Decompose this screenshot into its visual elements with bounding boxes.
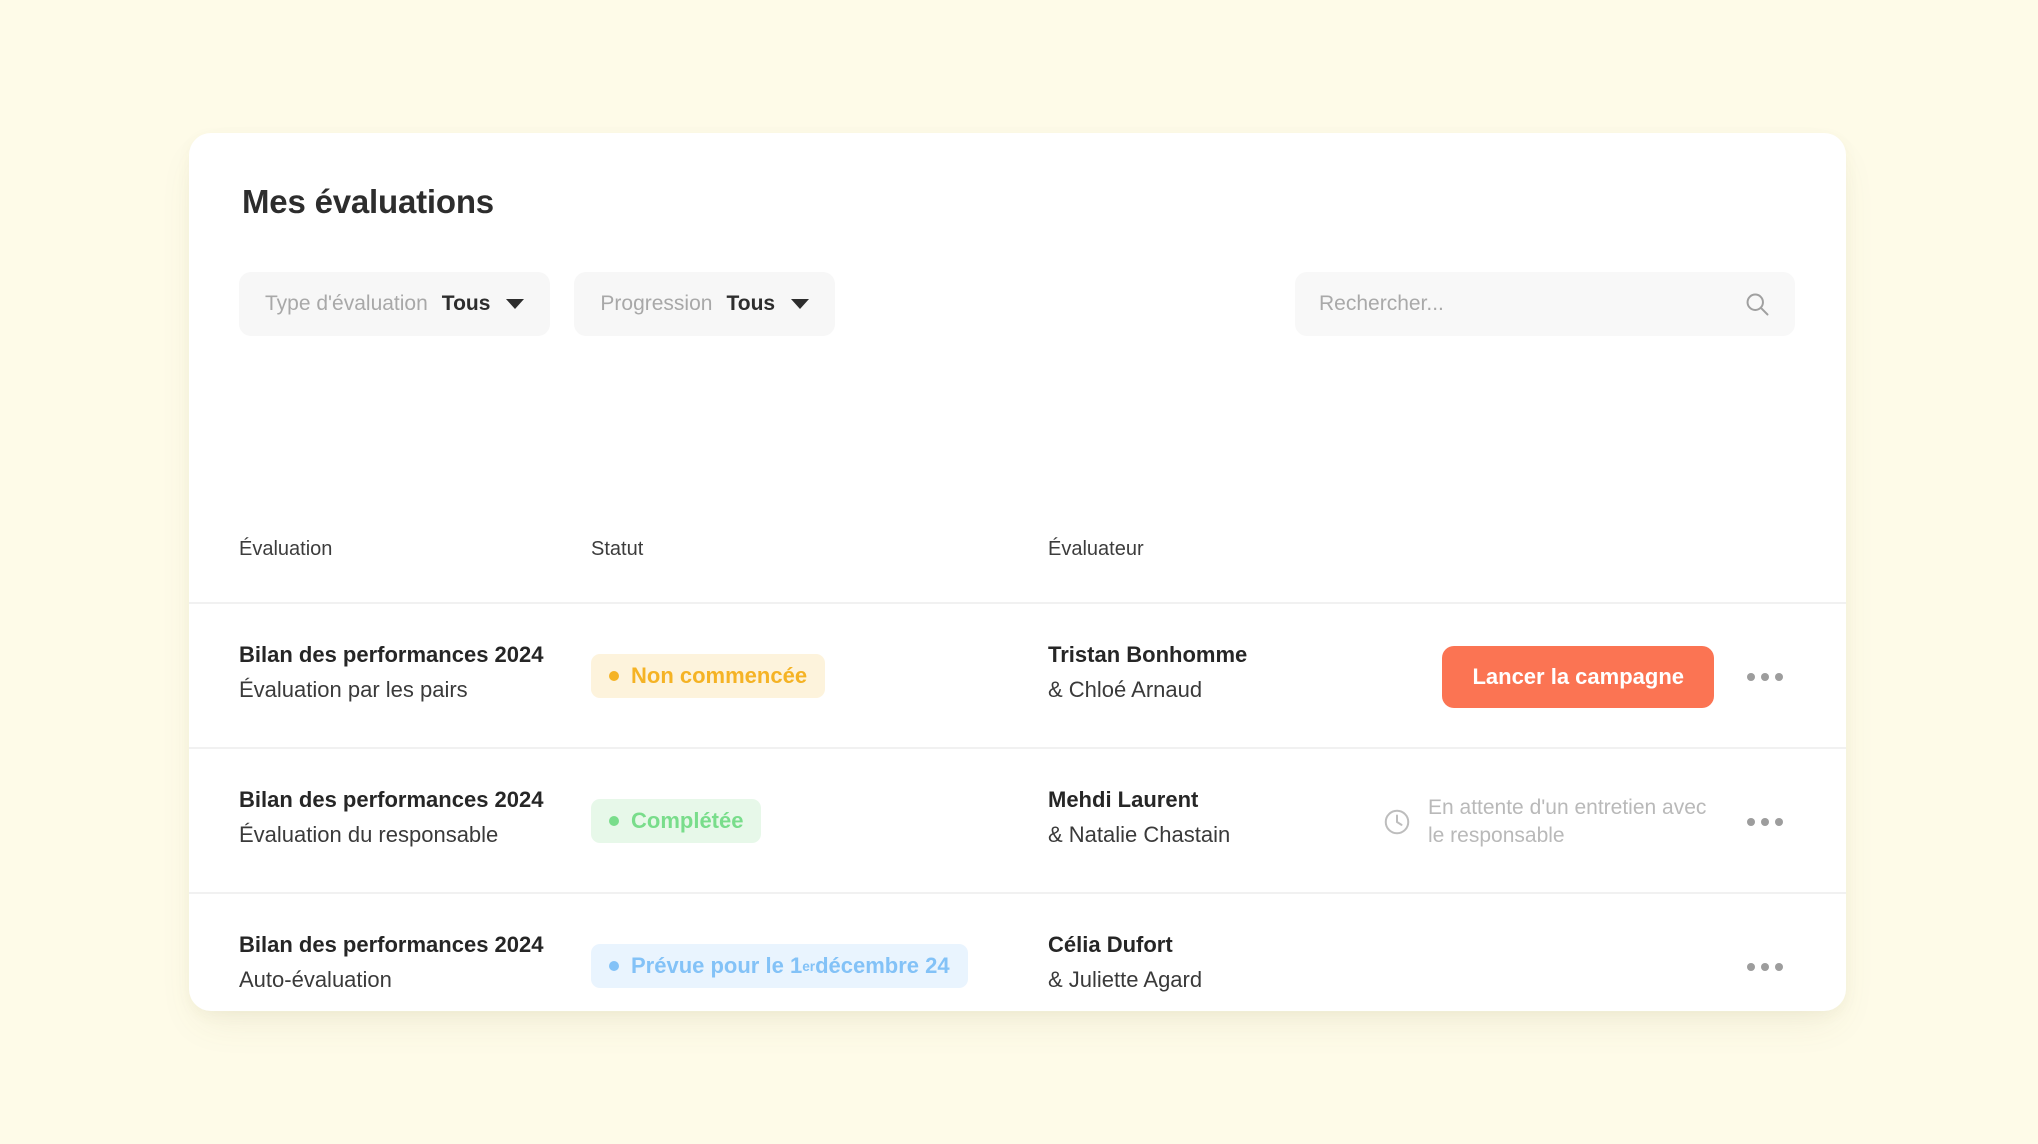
status-cell: Complétée (591, 799, 762, 843)
evaluation-title: Bilan des performances 2024 (239, 642, 544, 667)
evaluator-secondary: & Natalie Chastain (1048, 821, 1231, 847)
evaluations-table: Évaluation Statut Évaluateur Bilan des p… (189, 516, 1846, 1039)
status-badge: Prévue pour le 1 er décembre 24 (591, 944, 968, 988)
filter-progression[interactable]: Progression Tous (574, 272, 836, 336)
evaluator-cell: Célia Dufort & Juliette Agard (1048, 930, 1348, 994)
evaluation-subtitle: Évaluation par les pairs (239, 676, 468, 702)
column-header-evaluation: Évaluation (239, 538, 333, 560)
evaluator-secondary: & Juliette Agard (1048, 966, 1203, 992)
search-box[interactable] (1295, 272, 1795, 336)
ellipsis-icon[interactable] (1734, 791, 1796, 853)
evaluations-card: Mes évaluations Type d'évaluation Tous P… (189, 133, 1846, 1011)
status-badge-label-post: décembre 24 (815, 953, 950, 978)
status-dot-icon (609, 961, 619, 971)
filter-type-value: Tous (441, 292, 491, 315)
evaluation-subtitle: Auto-évaluation (239, 966, 392, 992)
page-root: Mes évaluations Type d'évaluation Tous P… (0, 0, 2038, 1144)
evaluator-name: Célia Dufort (1048, 932, 1173, 957)
search-input[interactable] (1319, 292, 1743, 316)
filter-toolbar: Type d'évaluation Tous Progression Tous (239, 272, 1795, 336)
evaluation-title: Bilan des performances 2024 (239, 932, 544, 957)
filter-progression-value: Tous (726, 292, 776, 315)
launch-campaign-button[interactable]: Lancer la campagne (1442, 645, 1714, 708)
evaluator-cell: Mehdi Laurent & Natalie Chastain (1048, 785, 1348, 849)
table-row[interactable]: Bilan des performances 2024 Auto-évaluat… (189, 894, 1846, 1039)
column-header-statut: Statut (591, 538, 644, 560)
status-dot-icon (609, 671, 619, 681)
evaluation-title: Bilan des performances 2024 (239, 787, 544, 812)
evaluator-cell: Tristan Bonhomme & Chloé Arnaud (1048, 640, 1348, 704)
status-cell: Non commencée (591, 654, 826, 698)
status-badge-label: Non commencée (631, 663, 808, 688)
filter-type-evaluation[interactable]: Type d'évaluation Tous (239, 272, 551, 336)
search-icon (1746, 293, 1769, 316)
evaluation-cell: Bilan des performances 2024 Évaluation p… (239, 640, 569, 704)
evaluator-name: Mehdi Laurent (1048, 787, 1199, 812)
clock-icon (1384, 809, 1410, 834)
status-cell: Prévue pour le 1 er décembre 24 (591, 944, 968, 988)
evaluator-secondary: & Chloé Arnaud (1048, 676, 1203, 702)
ellipsis-icon[interactable] (1734, 936, 1796, 998)
evaluator-name: Tristan Bonhomme (1048, 642, 1248, 667)
table-row[interactable]: Bilan des performances 2024 Évaluation p… (189, 604, 1846, 749)
status-badge: Non commencée (591, 654, 826, 698)
status-badge-label-pre: Prévue pour le 1 (631, 953, 803, 978)
action-cell (1714, 894, 1796, 1039)
table-header-row: Évaluation Statut Évaluateur (189, 516, 1846, 604)
status-badge-label-ordinal: er (802, 958, 816, 974)
ellipsis-icon[interactable] (1734, 646, 1796, 708)
table-row[interactable]: Bilan des performances 2024 Évaluation d… (189, 749, 1846, 894)
action-cell: En attente d'un entretien avec le respon… (1382, 749, 1796, 894)
status-badge-label: Complétée (631, 808, 744, 833)
evaluation-subtitle: Évaluation du responsable (239, 821, 499, 847)
action-cell: Lancer la campagne (1442, 604, 1796, 749)
column-header-evaluateur: Évaluateur (1048, 538, 1144, 560)
chevron-down-icon (791, 299, 810, 309)
filter-progression-label: Progression (600, 292, 713, 315)
status-dot-icon (609, 816, 619, 826)
chevron-down-icon (506, 299, 525, 309)
evaluation-cell: Bilan des performances 2024 Auto-évaluat… (239, 930, 569, 994)
waiting-status: En attente d'un entretien avec le respon… (1382, 794, 1708, 849)
status-badge: Complétée (591, 799, 762, 843)
waiting-status-label: En attente d'un entretien avec le respon… (1428, 795, 1707, 847)
evaluation-cell: Bilan des performances 2024 Évaluation d… (239, 785, 569, 849)
page-title: Mes évaluations (242, 183, 494, 220)
filter-type-label: Type d'évaluation (265, 292, 428, 315)
